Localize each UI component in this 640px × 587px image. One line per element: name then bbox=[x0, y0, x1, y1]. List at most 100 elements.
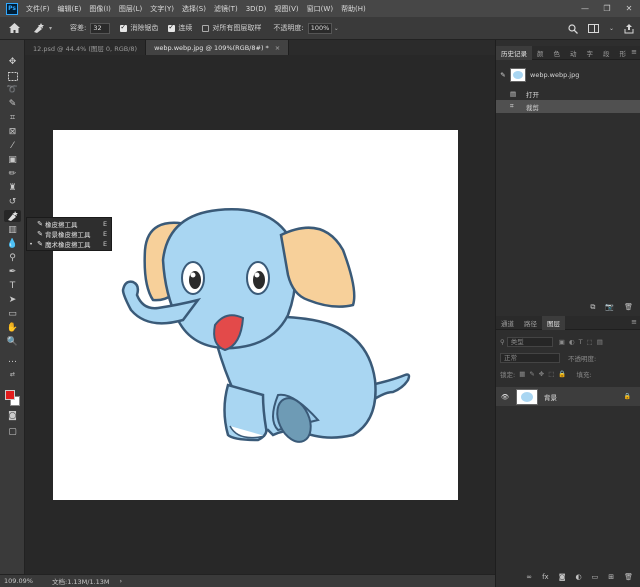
blend-mode-select[interactable]: 正常 bbox=[500, 353, 560, 363]
zoom-tool-icon[interactable]: 🔍 bbox=[4, 336, 21, 348]
menu-filter[interactable]: 滤镜(T) bbox=[214, 4, 238, 14]
gradient-tool-icon[interactable]: ▥ bbox=[4, 224, 21, 236]
restore-button[interactable]: ❐ bbox=[596, 0, 618, 17]
menu-file[interactable]: 文件(F) bbox=[26, 4, 50, 14]
camera-icon[interactable]: 📷 bbox=[605, 303, 614, 311]
crop-tool-icon[interactable]: ⌗ bbox=[4, 112, 21, 124]
minimize-button[interactable]: — bbox=[574, 0, 596, 17]
blend-mode-row: 正常 不透明度: bbox=[500, 352, 596, 364]
menu-item-background-eraser[interactable]: ✎ 背景橡皮擦工具 E bbox=[27, 229, 111, 239]
eyedropper-tool-icon[interactable]: ⁄ bbox=[4, 140, 21, 152]
history-item-crop[interactable]: ⌗ 裁剪 bbox=[496, 100, 640, 113]
menu-3d[interactable]: 3D(D) bbox=[246, 5, 267, 13]
menu-image[interactable]: 图像(I) bbox=[89, 4, 111, 14]
layer-style-icon[interactable]: fx bbox=[542, 573, 549, 581]
trash-icon[interactable]: 🗑 bbox=[624, 573, 633, 581]
move-tool-icon[interactable]: ✥ bbox=[4, 56, 21, 68]
tab-shapes[interactable]: 形 bbox=[615, 46, 632, 60]
antialias-label: 消除锯齿 bbox=[130, 24, 159, 32]
quick-mask-icon[interactable]: ◙ bbox=[4, 410, 21, 422]
layer-thumbnail bbox=[516, 388, 538, 405]
zoom-level[interactable]: 109.09% bbox=[4, 577, 48, 585]
group-icon[interactable]: ▭ bbox=[592, 573, 599, 581]
brush-source-icon[interactable]: ✎ bbox=[496, 71, 510, 79]
opacity-input[interactable]: 100% bbox=[307, 22, 332, 34]
menu-layer[interactable]: 图层(L) bbox=[119, 4, 142, 14]
magic-eraser-tool-icon[interactable] bbox=[4, 210, 21, 222]
menu-help[interactable]: 帮助(H) bbox=[341, 4, 366, 14]
screen-mode-icon[interactable]: ▢ bbox=[4, 426, 21, 438]
tolerance-input[interactable]: 32 bbox=[90, 22, 111, 34]
chevron-down-icon[interactable]: ⌄ bbox=[609, 25, 614, 32]
healing-brush-icon[interactable]: ▣ bbox=[4, 154, 21, 166]
tab-12-psd[interactable]: 12.psd @ 44.4% (图层 0, RGB/8) bbox=[25, 40, 147, 55]
panel-menu-icon[interactable]: ≡ bbox=[631, 48, 637, 56]
layer-row-background[interactable]: 👁 背景 🔒 bbox=[496, 387, 640, 406]
tab-webp[interactable]: webp.webp.jpg @ 109%(RGB/8#) * × bbox=[146, 40, 290, 55]
marquee-tool-icon[interactable] bbox=[4, 70, 21, 82]
tab-character[interactable]: 字 bbox=[582, 46, 599, 60]
tab-swatches[interactable]: 色 bbox=[549, 46, 566, 60]
shortcut-label: E bbox=[103, 220, 108, 228]
layer-name[interactable]: 背景 bbox=[544, 392, 624, 402]
pen-tool-icon[interactable]: ✒ bbox=[4, 266, 21, 278]
antialias-checkbox[interactable] bbox=[120, 23, 128, 32]
clone-stamp-icon[interactable]: ♜ bbox=[4, 182, 21, 194]
tab-paths[interactable]: 路径 bbox=[519, 316, 542, 330]
swap-colors-icon[interactable]: ⇄ bbox=[4, 370, 21, 378]
history-snapshot[interactable]: ✎ webp.webp.jpg bbox=[496, 66, 640, 84]
blur-tool-icon[interactable]: 💧 bbox=[4, 238, 21, 250]
tab-paragraph[interactable]: 段 bbox=[598, 46, 615, 60]
menu-item-eraser[interactable]: ✎ 橡皮擦工具 E bbox=[27, 219, 111, 229]
history-brush-icon[interactable]: ↺ bbox=[4, 196, 21, 208]
search-icon[interactable] bbox=[568, 23, 578, 34]
contiguous-checkbox[interactable] bbox=[168, 23, 176, 32]
menu-select[interactable]: 选择(S) bbox=[182, 4, 206, 14]
close-icon[interactable]: × bbox=[275, 44, 280, 52]
close-button[interactable]: ✕ bbox=[618, 0, 640, 17]
tool-preset-picker[interactable]: ▾ bbox=[32, 20, 60, 36]
menu-item-magic-eraser[interactable]: • ✎ 魔术橡皮擦工具 E bbox=[27, 239, 111, 249]
brush-tool-icon[interactable]: ✏ bbox=[4, 168, 21, 180]
menu-edit[interactable]: 编辑(E) bbox=[58, 4, 82, 14]
new-layer-icon[interactable]: ⊞ bbox=[608, 573, 614, 581]
eye-icon[interactable]: 👁 bbox=[496, 393, 514, 401]
all-layers-checkbox[interactable] bbox=[202, 24, 210, 32]
tab-actions[interactable]: 动 bbox=[565, 46, 582, 60]
more-tools-icon[interactable]: … bbox=[4, 354, 21, 366]
menu-type[interactable]: 文字(Y) bbox=[150, 4, 174, 14]
tab-layers[interactable]: 图层 bbox=[542, 315, 565, 330]
layer-filter-select[interactable]: 类型 bbox=[506, 337, 553, 347]
type-tool-icon[interactable]: T bbox=[4, 280, 21, 292]
new-document-icon[interactable]: ⧉ bbox=[590, 303, 595, 312]
foreground-color-swatch[interactable] bbox=[5, 390, 15, 400]
home-icon[interactable] bbox=[6, 20, 22, 36]
tab-channels[interactable]: 通道 bbox=[496, 316, 519, 330]
link-layers-icon[interactable]: ∞ bbox=[526, 573, 532, 581]
menu-view[interactable]: 视图(V) bbox=[274, 4, 298, 14]
tab-history[interactable]: 历史记录 bbox=[496, 45, 532, 60]
all-layers-label: 对所有图层取样 bbox=[212, 24, 262, 32]
dodge-tool-icon[interactable]: ⚲ bbox=[4, 252, 21, 264]
magic-eraser-label: 魔术橡皮擦工具 bbox=[45, 241, 91, 249]
tab-color[interactable]: 颜 bbox=[532, 46, 549, 60]
panel-menu-icon[interactable]: ≡ bbox=[631, 318, 637, 326]
hand-tool-icon[interactable]: ✋ bbox=[4, 322, 21, 334]
share-icon[interactable] bbox=[624, 23, 634, 34]
frame-tool-icon[interactable]: ⊠ bbox=[4, 126, 21, 138]
layer-mask-icon[interactable]: ◙ bbox=[559, 573, 566, 581]
filter-icons[interactable]: ▣◐T⬚▤ bbox=[559, 338, 607, 346]
quick-select-tool-icon[interactable]: ✎ bbox=[4, 98, 21, 110]
lock-icons[interactable]: ▦✎✥⬚🔒 bbox=[519, 370, 570, 378]
document-canvas[interactable] bbox=[53, 130, 458, 500]
path-select-icon[interactable]: ➤ bbox=[4, 294, 21, 306]
history-item-open[interactable]: ▤ 打开 bbox=[496, 87, 640, 100]
status-menu-arrow[interactable]: › bbox=[120, 577, 123, 585]
workspace-icon[interactable] bbox=[587, 24, 599, 33]
trash-icon[interactable]: 🗑 bbox=[624, 303, 633, 311]
adjustment-layer-icon[interactable]: ◐ bbox=[576, 573, 582, 581]
menu-window[interactable]: 窗口(W) bbox=[307, 4, 333, 14]
chevron-down-icon[interactable]: ⌄ bbox=[334, 25, 339, 32]
lasso-tool-icon[interactable]: ➰ bbox=[4, 84, 21, 96]
rectangle-tool-icon[interactable]: ▭ bbox=[4, 308, 21, 320]
